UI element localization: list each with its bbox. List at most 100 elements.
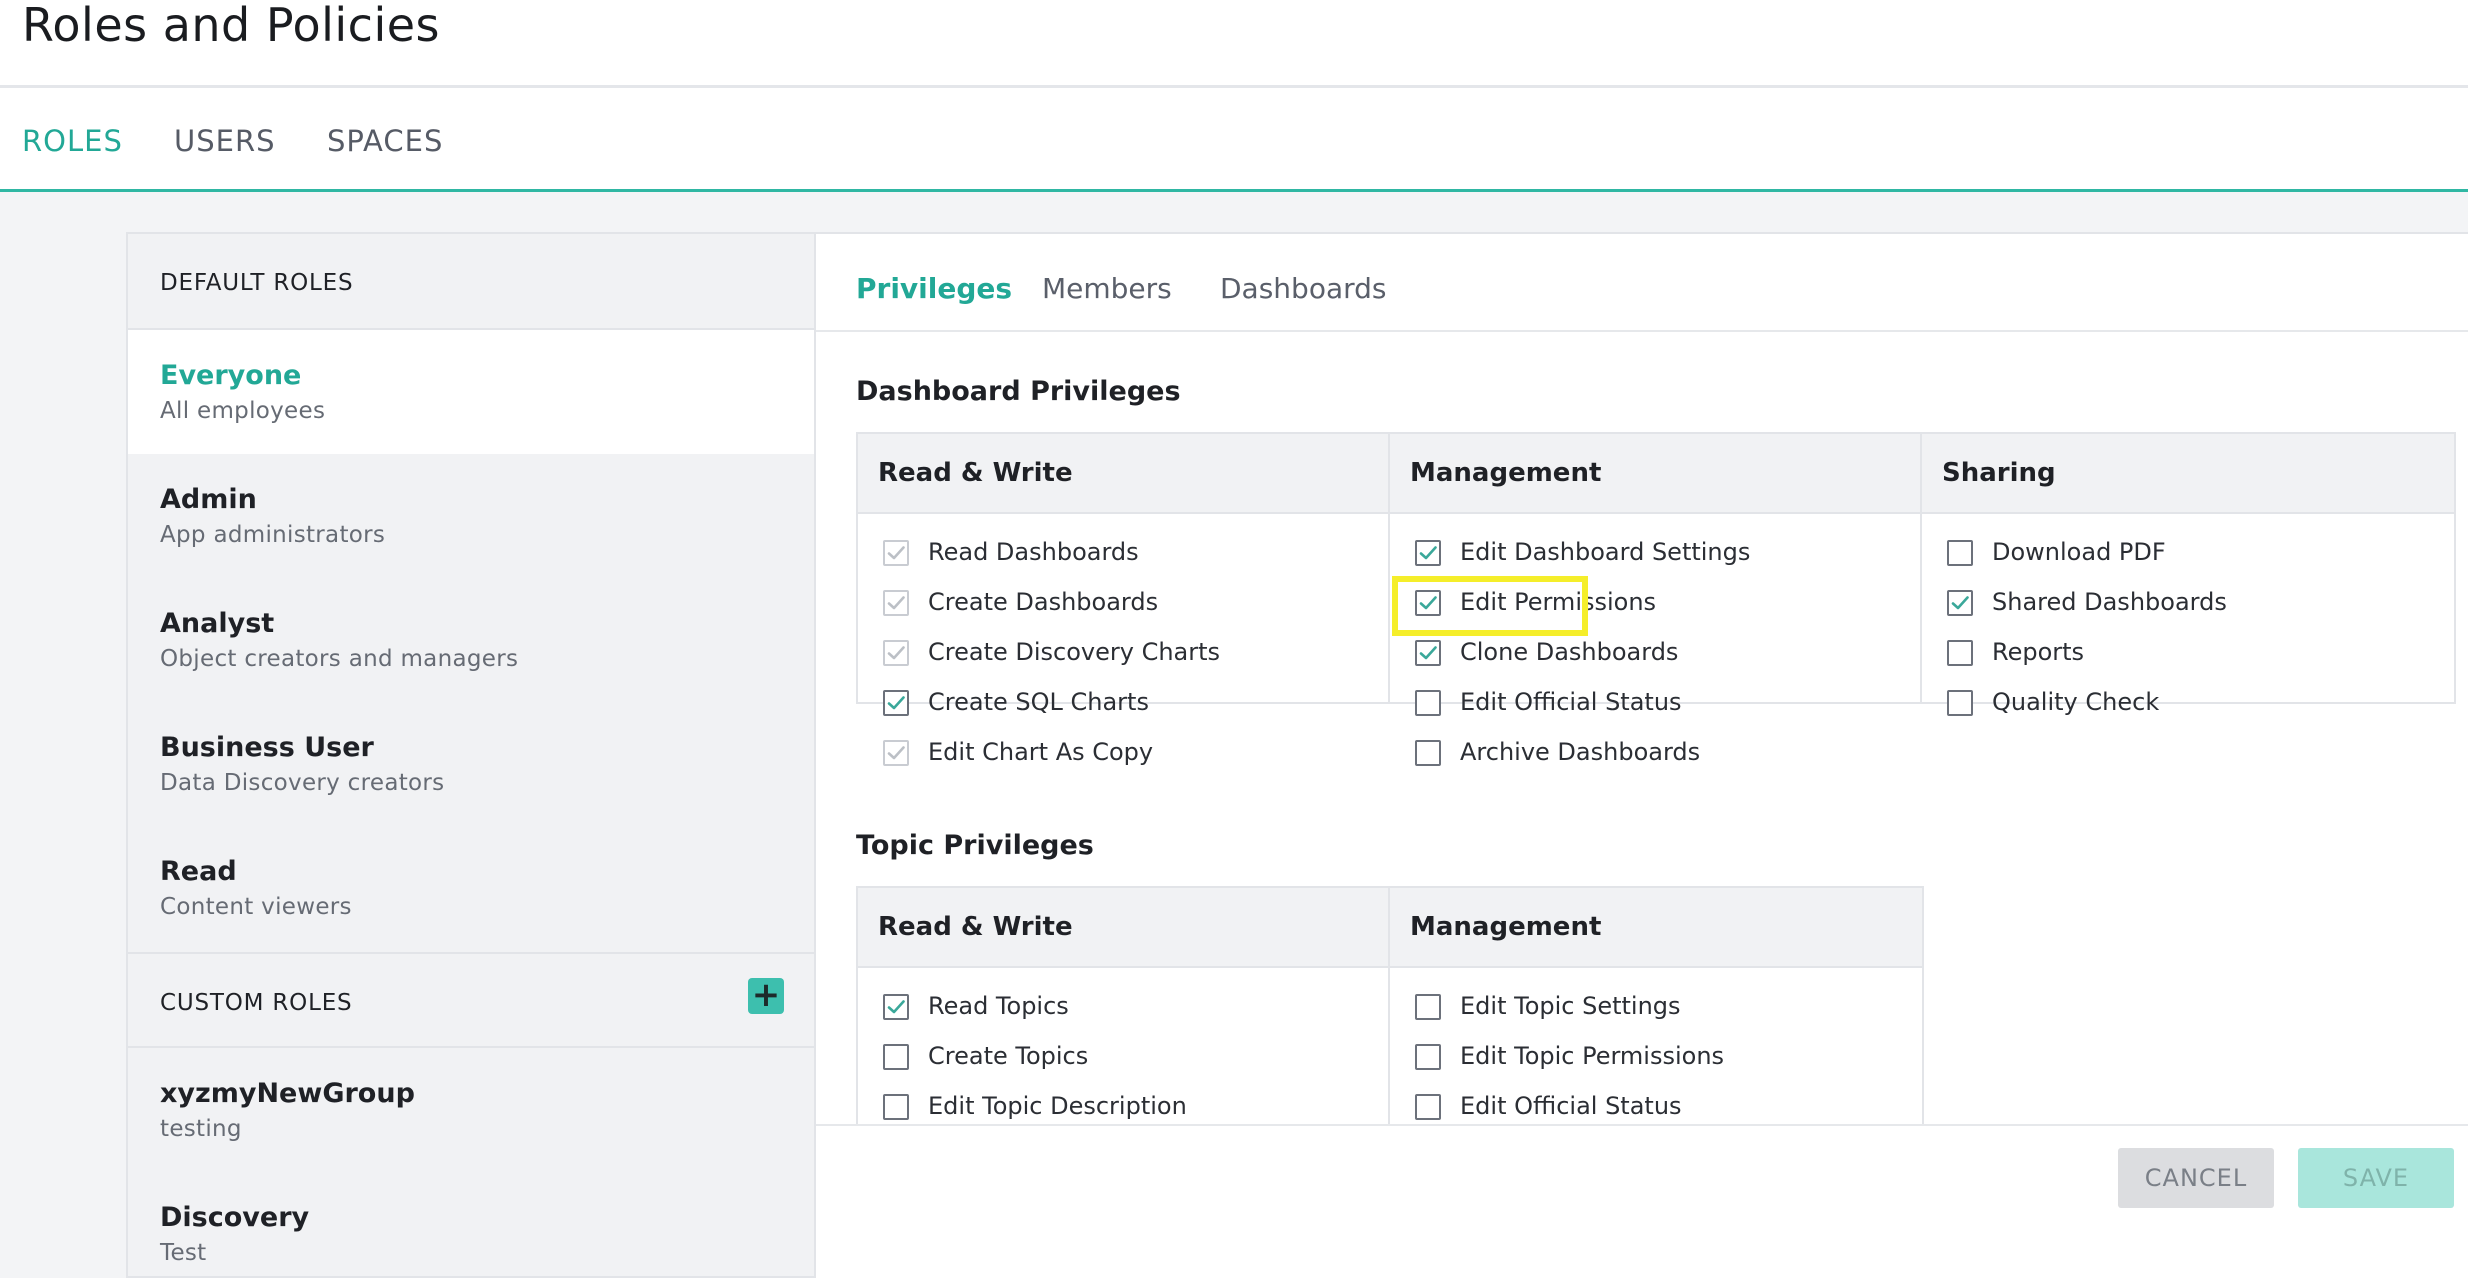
role-name: Discovery xyxy=(160,1202,310,1233)
privilege-label: Edit Dashboard Settings xyxy=(1460,538,1751,566)
role-name: Read xyxy=(160,856,237,887)
privilege-label: Read Topics xyxy=(928,992,1069,1020)
privilege-edit-chart-as-copy[interactable]: Edit Chart As Copy xyxy=(858,728,1388,778)
role-detail-panel: Privileges Members Dashboards Dashboard … xyxy=(814,232,2468,1278)
checkbox[interactable] xyxy=(1415,590,1441,616)
privilege-label: Edit Official Status xyxy=(1460,688,1682,716)
custom-roles-label: CUSTOM ROLES xyxy=(160,990,353,1016)
column-header: Read & Write xyxy=(858,888,1388,968)
privilege-clone-dashboards[interactable]: Clone Dashboards xyxy=(1390,628,1920,678)
column-header-label: Management xyxy=(1410,912,1602,942)
checkbox[interactable] xyxy=(1415,1094,1441,1120)
role-description: App administrators xyxy=(160,522,386,548)
privilege-label: Clone Dashboards xyxy=(1460,638,1679,666)
privilege-label: Edit Topic Settings xyxy=(1460,992,1681,1020)
checkbox[interactable] xyxy=(883,640,909,666)
role-name: Everyone xyxy=(160,360,302,391)
privilege-create-sql-charts[interactable]: Create SQL Charts xyxy=(858,678,1388,728)
privilege-column-sharing: Sharing Download PDF Shared Dashboards R… xyxy=(1922,434,2454,716)
page-title: Roles and Policies xyxy=(22,0,441,52)
privilege-create-dashboards[interactable]: Create Dashboards xyxy=(858,578,1388,628)
privilege-create-topics[interactable]: Create Topics xyxy=(858,1032,1388,1082)
privilege-edit-topic-permissions[interactable]: Edit Topic Permissions xyxy=(1390,1032,1922,1082)
checkbox[interactable] xyxy=(883,1094,909,1120)
privilege-label: Edit Topic Permissions xyxy=(1460,1042,1725,1070)
privilege-column-management: Management Edit Dashboard Settings Edit … xyxy=(1390,434,1922,766)
privilege-archive-dashboards[interactable]: Archive Dashboards xyxy=(1390,728,1920,778)
privilege-edit-topic-settings[interactable]: Edit Topic Settings xyxy=(1390,982,1922,1032)
page-header: Roles and Policies xyxy=(0,0,2468,88)
checkbox[interactable] xyxy=(1947,540,1973,566)
privilege-quality-check[interactable]: Quality Check xyxy=(1922,678,2454,728)
role-description: Content viewers xyxy=(160,894,352,920)
role-name: Admin xyxy=(160,484,257,515)
privilege-read-dashboards[interactable]: Read Dashboards xyxy=(858,528,1388,578)
column-header-label: Sharing xyxy=(1942,458,2056,488)
column-header: Sharing xyxy=(1922,434,2454,514)
privilege-label: Download PDF xyxy=(1992,538,2166,566)
role-item-business-user[interactable]: Business User Data Discovery creators xyxy=(128,702,814,826)
dashboard-privileges-table: Read & Write Read Dashboards Create Dash… xyxy=(856,432,2456,766)
checkbox[interactable] xyxy=(883,994,909,1020)
checkbox[interactable] xyxy=(883,740,909,766)
privilege-reports[interactable]: Reports xyxy=(1922,628,2454,678)
custom-roles-header: CUSTOM ROLES + xyxy=(128,952,814,1048)
footer-actions: CANCEL SAVE xyxy=(816,1124,2468,1278)
checkbox[interactable] xyxy=(1415,540,1441,566)
checkbox[interactable] xyxy=(883,1044,909,1070)
roles-panel: DEFAULT ROLES Everyone All employees Adm… xyxy=(126,232,814,1278)
default-roles-header: DEFAULT ROLES xyxy=(128,234,814,330)
privilege-label: Create Topics xyxy=(928,1042,1089,1070)
role-name: Business User xyxy=(160,732,374,763)
checkbox[interactable] xyxy=(1947,590,1973,616)
privilege-edit-permissions[interactable]: Edit Permissions xyxy=(1390,578,1920,628)
tab-dashboards[interactable]: Dashboards xyxy=(1220,272,1387,305)
privilege-create-discovery-charts[interactable]: Create Discovery Charts xyxy=(858,628,1388,678)
topic-column-management: Management Edit Topic Settings Edit Topi… xyxy=(1390,888,1922,1124)
privilege-label: Quality Check xyxy=(1992,688,2160,716)
privilege-label: Archive Dashboards xyxy=(1460,738,1701,766)
role-item-everyone[interactable]: Everyone All employees xyxy=(128,330,814,454)
tab-roles[interactable]: ROLES xyxy=(22,124,123,158)
checkbox[interactable] xyxy=(1415,740,1441,766)
tab-privileges[interactable]: Privileges xyxy=(856,272,1012,305)
checkbox[interactable] xyxy=(1415,640,1441,666)
role-item-xyzmynewgroup[interactable]: xyzmyNewGroup testing xyxy=(128,1048,814,1172)
topic-column-read-write: Read & Write Read Topics Create Topics E… xyxy=(858,888,1390,1124)
top-nav: ROLES USERS SPACES xyxy=(0,88,2468,192)
privilege-read-topics[interactable]: Read Topics xyxy=(858,982,1388,1032)
topic-privileges-table: Read & Write Read Topics Create Topics E… xyxy=(856,886,1924,1126)
cancel-button[interactable]: CANCEL xyxy=(2118,1148,2274,1208)
checkbox[interactable] xyxy=(883,590,909,616)
checkbox[interactable] xyxy=(1415,994,1441,1020)
privilege-label: Reports xyxy=(1992,638,2085,666)
role-item-analyst[interactable]: Analyst Object creators and managers xyxy=(128,578,814,702)
privilege-label: Create Dashboards xyxy=(928,588,1159,616)
privilege-label: Edit Permissions xyxy=(1460,588,1657,616)
privilege-download-pdf[interactable]: Download PDF xyxy=(1922,528,2454,578)
role-name: Analyst xyxy=(160,608,275,639)
privilege-edit-official-status[interactable]: Edit Official Status xyxy=(1390,678,1920,728)
role-item-discovery[interactable]: Discovery Test xyxy=(128,1172,814,1278)
role-description: Data Discovery creators xyxy=(160,770,445,796)
checkbox[interactable] xyxy=(1415,1044,1441,1070)
save-button[interactable]: SAVE xyxy=(2298,1148,2454,1208)
privilege-label: Shared Dashboards xyxy=(1992,588,2227,616)
role-description: All employees xyxy=(160,398,326,424)
role-item-read[interactable]: Read Content viewers xyxy=(128,826,814,950)
checkbox[interactable] xyxy=(1947,690,1973,716)
role-item-admin[interactable]: Admin App administrators xyxy=(128,454,814,578)
checkbox[interactable] xyxy=(1415,690,1441,716)
privilege-column-read-write: Read & Write Read Dashboards Create Dash… xyxy=(858,434,1390,766)
dashboard-privileges-title: Dashboard Privileges xyxy=(856,376,1181,407)
tab-users[interactable]: USERS xyxy=(174,124,276,158)
privilege-edit-dashboard-settings[interactable]: Edit Dashboard Settings xyxy=(1390,528,1920,578)
checkbox[interactable] xyxy=(883,690,909,716)
privilege-label: Create Discovery Charts xyxy=(928,638,1221,666)
checkbox[interactable] xyxy=(883,540,909,566)
privilege-shared-dashboards[interactable]: Shared Dashboards xyxy=(1922,578,2454,628)
tab-members[interactable]: Members xyxy=(1042,272,1172,305)
tab-spaces[interactable]: SPACES xyxy=(327,124,443,158)
add-custom-role-button[interactable]: + xyxy=(748,978,784,1014)
checkbox[interactable] xyxy=(1947,640,1973,666)
